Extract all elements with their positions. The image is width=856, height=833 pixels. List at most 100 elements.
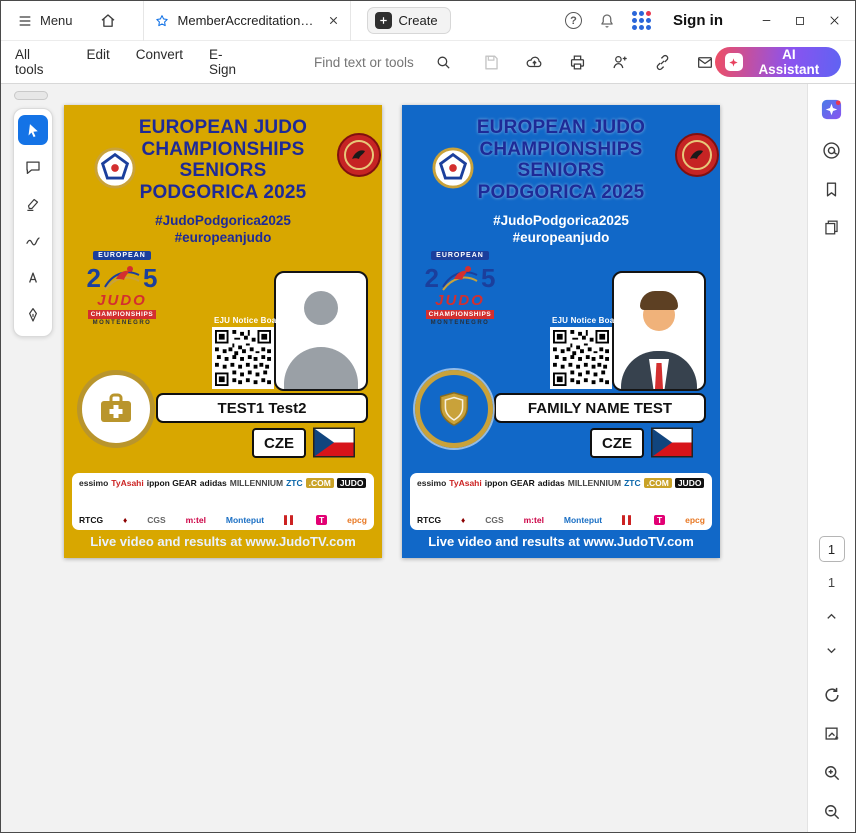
sponsor-logo: MILLENNIUM <box>568 478 621 488</box>
menu-label: Menu <box>40 13 73 28</box>
previous-page-chevron-icon[interactable] <box>824 609 839 624</box>
fill-sign-tool-icon[interactable] <box>18 300 48 330</box>
tab-edit[interactable]: Edit <box>86 47 109 77</box>
ai-assistant-button[interactable]: AI Assistant <box>715 47 841 77</box>
sponsor-logo: TyAsahi <box>111 478 143 488</box>
sponsor-logo: T <box>654 515 665 525</box>
rail-drag-handle[interactable] <box>14 91 48 100</box>
sponsor-strip: essimoTyAsahiippon GEARadidasMILLENNIUMZ… <box>410 473 712 530</box>
find-input[interactable] <box>314 55 426 70</box>
sponsor-logo: m:tel <box>186 515 206 525</box>
judoka-figure-icon <box>440 261 480 295</box>
eju-emblem-icon <box>432 147 474 189</box>
window-controls <box>749 1 851 41</box>
sponsor-logo: JUDO <box>337 478 367 488</box>
badge-hashtags: #JudoPodgorica2025 #europeanjudo <box>402 212 720 246</box>
tab-convert[interactable]: Convert <box>136 47 183 77</box>
medical-icon <box>77 370 155 448</box>
help-icon[interactable]: ? <box>565 12 582 29</box>
save-icon[interactable] <box>482 53 501 72</box>
star-icon <box>154 13 170 29</box>
create-button[interactable]: Create <box>367 7 451 34</box>
czech-flag-icon <box>313 427 355 458</box>
notifications-bell-icon[interactable] <box>598 12 616 30</box>
zoom-in-icon[interactable] <box>822 763 842 783</box>
bookmarks-panel-icon[interactable] <box>822 180 841 199</box>
request-signatures-icon[interactable] <box>610 53 630 72</box>
comment-tool-icon[interactable] <box>18 152 48 182</box>
rotate-page-icon[interactable] <box>822 685 842 705</box>
home-button[interactable] <box>93 6 123 36</box>
cloud-upload-icon[interactable] <box>524 53 545 72</box>
main-area: EUROPEAN JUDO CHAMPIONSHIPS SENIORS PODG… <box>1 84 855 832</box>
sponsor-logo: T <box>316 515 327 525</box>
search-icon[interactable] <box>435 54 452 71</box>
close-tab-icon[interactable] <box>327 14 340 27</box>
federation-emblem-icon <box>674 132 720 178</box>
comments-panel-icon[interactable] <box>821 140 842 161</box>
championships-logo: EUROPEAN 2 5 JUDO CHAMPIONSHIPS MONTENEG… <box>70 251 174 326</box>
sponsor-logo: ▌▌ <box>622 515 634 525</box>
share-link-icon[interactable] <box>653 53 672 72</box>
email-icon[interactable] <box>695 53 715 72</box>
add-text-tool-icon[interactable] <box>18 263 48 293</box>
draw-tool-icon[interactable] <box>18 226 48 256</box>
qr-code <box>550 327 612 389</box>
country-code: CZE <box>252 428 306 458</box>
sponsor-logo: MILLENNIUM <box>230 478 283 488</box>
sponsor-logo: ▌▌ <box>284 515 296 525</box>
qr-code <box>212 327 274 389</box>
select-tool-icon[interactable] <box>18 115 48 145</box>
avatar-hair <box>640 291 678 310</box>
sponsor-logo: ZTC <box>286 478 303 488</box>
sponsor-logo: CGS <box>147 515 165 525</box>
document-tab[interactable]: MemberAccreditations (... <box>143 1 351 41</box>
tab-all-tools[interactable]: All tools <box>15 47 60 77</box>
zoom-out-icon[interactable] <box>822 802 842 822</box>
create-label: Create <box>399 13 438 28</box>
menu-button[interactable]: Menu <box>11 7 79 35</box>
ai-assistant-panel-icon[interactable] <box>820 98 843 121</box>
sponsor-logo: essimo <box>79 478 108 488</box>
eju-emblem-icon <box>94 147 136 189</box>
sponsor-logo: adidas <box>200 478 227 488</box>
page-number-input[interactable] <box>819 536 845 562</box>
badge-footer: Live video and results at www.JudoTV.com <box>64 534 382 549</box>
sign-in-button[interactable]: Sign in <box>673 12 723 29</box>
maximize-button[interactable] <box>783 1 817 41</box>
document-canvas[interactable]: EUROPEAN JUDO CHAMPIONSHIPS SENIORS PODG… <box>57 84 807 832</box>
document-tab-title: MemberAccreditations (... <box>178 13 319 28</box>
minimize-button[interactable] <box>749 1 783 41</box>
page-thumbnails-icon[interactable] <box>822 218 841 237</box>
close-window-button[interactable] <box>817 1 851 41</box>
sponsor-logo: ippon GEAR <box>147 478 197 488</box>
accreditation-card-1: EUROPEAN JUDO CHAMPIONSHIPS SENIORS PODG… <box>64 105 382 558</box>
badge-hashtags: #JudoPodgorica2025 #europeanjudo <box>64 212 382 246</box>
accreditation-card-2: EUROPEAN JUDO CHAMPIONSHIPS SENIORS PODG… <box>402 105 720 558</box>
judoka-figure-icon <box>102 261 142 295</box>
sponsor-logo: epcg <box>685 515 705 525</box>
titlebar-right-cluster: ? Sign in <box>565 1 855 41</box>
tab-esign[interactable]: E-Sign <box>209 47 248 77</box>
ai-assistant-label: AI Assistant <box>751 47 827 77</box>
sponsor-logo: epcg <box>347 515 367 525</box>
highlight-tool-icon[interactable] <box>18 189 48 219</box>
photo-placeholder <box>274 271 368 391</box>
sponsor-logo: RTCG <box>417 515 441 525</box>
next-page-chevron-icon[interactable] <box>824 643 839 658</box>
sponsor-logo: TyAsahi <box>449 478 481 488</box>
page-setup-icon[interactable] <box>822 724 842 744</box>
notice-board-label: EJU Notice Board <box>552 316 623 325</box>
title-bar: Menu MemberAccreditations (... Create ? … <box>1 1 855 41</box>
find-bar[interactable] <box>314 54 452 71</box>
apps-grid-icon[interactable] <box>632 11 651 30</box>
document-actions <box>482 53 715 72</box>
page-count-label: 1 <box>828 575 835 590</box>
hamburger-icon <box>17 13 33 29</box>
ai-assistant-icon <box>725 53 743 71</box>
print-icon[interactable] <box>568 53 587 72</box>
plus-icon <box>375 12 392 29</box>
sponsor-logo: essimo <box>417 478 446 488</box>
sponsor-logo: CGS <box>485 515 503 525</box>
toolbar-tabs: All tools Edit Convert E-Sign <box>15 47 248 77</box>
